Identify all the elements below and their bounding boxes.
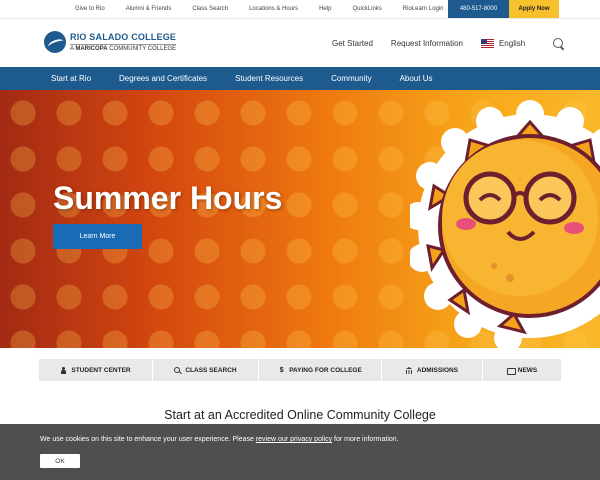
dollar-icon: $ (279, 366, 284, 374)
search-icon (174, 366, 181, 374)
nav-community[interactable]: Community (331, 74, 371, 83)
cookie-banner: We use cookies on this site to enhance y… (0, 424, 600, 480)
quick-link-student-center[interactable]: STUDENT CENTER (39, 359, 153, 381)
news-icon (506, 367, 516, 375)
hero-title: Summer Hours (53, 180, 283, 216)
quick-link-label: STUDENT CENTER (71, 366, 131, 374)
nav-start-at-rio[interactable]: Start at Rio (51, 74, 91, 83)
person-icon (60, 366, 67, 374)
us-flag-icon (480, 39, 494, 48)
utility-link-give[interactable]: Give to Rio (75, 6, 105, 12)
logo-subtitle: A MARICOPA COMMUNITY COLLEGE (70, 44, 177, 52)
nav-about-us[interactable]: About Us (400, 74, 433, 83)
quick-link-label: PAYING FOR COLLEGE (289, 366, 362, 374)
main-nav: Start at Rio Degrees and Certificates St… (0, 67, 600, 90)
bank-icon (405, 366, 413, 374)
search-icon[interactable] (553, 38, 564, 49)
quick-link-label: NEWS (517, 366, 538, 374)
privacy-policy-link[interactable]: review our privacy policy (256, 436, 332, 443)
utility-link-help[interactable]: Help (319, 6, 331, 12)
utility-link-riolearn[interactable]: RioLearn Login (403, 6, 444, 12)
language-label: English (498, 39, 526, 48)
nav-student-resources[interactable]: Student Resources (235, 74, 303, 83)
utility-link-class-search[interactable]: Class Search (192, 6, 228, 12)
quick-link-class-search[interactable]: CLASS SEARCH (153, 359, 259, 381)
header-nav: Get Started Request Information English (332, 19, 564, 68)
utility-link-quicklinks[interactable]: QuickLinks (352, 6, 381, 12)
request-info-link[interactable]: Request Information (391, 39, 463, 48)
phone-link[interactable]: 480-517-8000 (448, 0, 509, 18)
college-logo[interactable]: RIO SALADO COLLEGE A MARICOPA COMMUNITY … (44, 31, 177, 53)
utility-link-locations[interactable]: Locations & Hours (249, 6, 298, 12)
learn-more-button[interactable]: Learn More (53, 224, 142, 249)
logo-mark-icon (44, 31, 66, 53)
section-title: Start at an Accredited Online Community … (164, 408, 436, 422)
smiling-sun-illustration-icon (410, 100, 600, 348)
get-started-link[interactable]: Get Started (332, 39, 373, 48)
quick-link-admissions[interactable]: ADMISSIONS (382, 359, 483, 381)
apply-now-button[interactable]: Apply Now (509, 0, 559, 18)
cookie-message: We use cookies on this site to enhance y… (40, 436, 399, 443)
nav-degrees[interactable]: Degrees and Certificates (119, 74, 207, 83)
quick-link-news[interactable]: NEWS (483, 359, 561, 381)
language-selector[interactable]: English (480, 39, 526, 48)
quick-links-bar: STUDENT CENTER CLASS SEARCH $ PAYING FOR… (39, 359, 561, 381)
utility-links: Give to Rio Alumni & Friends Class Searc… (75, 0, 464, 18)
utility-link-alumni[interactable]: Alumni & Friends (126, 6, 172, 12)
logo-name: RIO SALADO COLLEGE (70, 32, 177, 42)
utility-bar: Give to Rio Alumni & Friends Class Searc… (0, 0, 600, 18)
quick-link-paying-for-college[interactable]: $ PAYING FOR COLLEGE (259, 359, 382, 381)
site-header: RIO SALADO COLLEGE A MARICOPA COMMUNITY … (0, 18, 600, 67)
cookie-ok-button[interactable]: OK (40, 454, 80, 468)
quick-link-label: ADMISSIONS (416, 366, 459, 374)
quick-link-label: CLASS SEARCH (185, 366, 237, 374)
